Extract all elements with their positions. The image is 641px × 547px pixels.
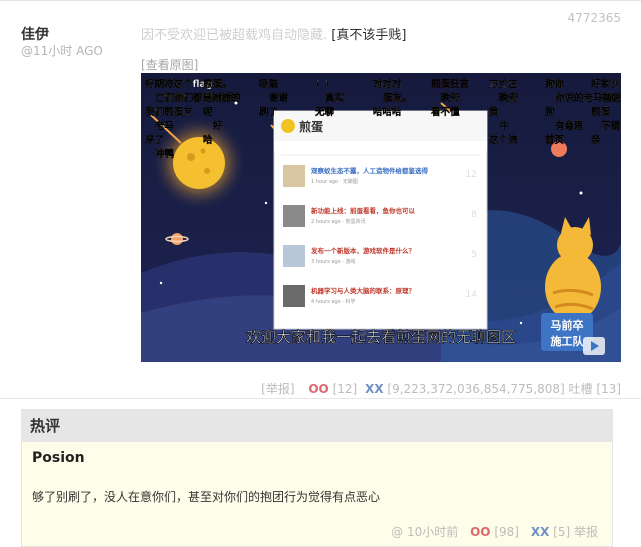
danmaku-comment: 有话知道 (601, 92, 621, 104)
webpage-item-meta: 2 hours ago · 煎蛋资讯 (311, 218, 365, 225)
danmaku-comment: 我们煎蛋友 (145, 106, 193, 118)
oo-count: [12] (332, 382, 358, 396)
tucao-link[interactable]: 吐槽 [13] (569, 382, 621, 396)
hot-oo-count: [98] (494, 525, 519, 539)
video-subtitle: 欢迎大家和我一起去看煎蛋网的无聊图区 (246, 328, 516, 346)
badge-line-1: 马前卒 (551, 318, 584, 332)
at-symbol: @ (391, 525, 404, 539)
webpage-logo-text: 煎蛋 (299, 119, 323, 134)
danmaku-comment: 煎蛋 (591, 106, 611, 118)
video-screenshot[interactable]: 煎蛋 观察蚁生态不露，人工造物件给都鉴选得 1 hour ago · 无聊图 12 新… (141, 73, 621, 362)
webpage-item-title: 发布一个新版本，游戏软件是什么？ (310, 246, 415, 255)
webpage-item-title: 观察蚁生态不露，人工造物件给都鉴选得 (311, 166, 429, 175)
play-icon[interactable] (583, 337, 605, 355)
danmaku-comment: 真实 (325, 92, 345, 104)
danmaku-comment: 刷了 (259, 106, 278, 118)
danmaku-comment: 煎蛋狂言 (431, 78, 470, 90)
danmaku-comment: 方丈在 (489, 78, 518, 90)
xx-button[interactable]: XX (365, 382, 384, 396)
danmaku-comment: 这个流 (489, 134, 518, 146)
webpage-item-title: 机器学习与人类大脑的联系：原理？ (311, 286, 415, 295)
danmaku-comment: 无聊 (314, 106, 335, 118)
danmaku-comment: 哈 (203, 134, 213, 146)
danmaku-comment: 冲鸭 (155, 148, 175, 160)
danmaku-comment: 牛 (499, 120, 509, 132)
danmaku-comment: 对对对 (373, 78, 402, 90)
webpage-item-count: 14 (466, 290, 478, 300)
hot-comment-time: 10小时前 (407, 525, 459, 539)
embedded-webpage: 煎蛋 观察蚁生态不露，人工造物件给都鉴选得 1 hour ago · 无聊图 12 新… (273, 110, 488, 330)
danmaku-comment: 对对 (213, 92, 233, 104)
danmaku-comment: ！！ (315, 79, 334, 90)
hot-comment-text: 够了别刷了，没人在意你们，甚至对你们的抱团行为觉得有点恶心 (32, 490, 381, 504)
danmaku-comment: 不错 (601, 120, 621, 132)
comment-author[interactable]: 佳伊 (21, 24, 49, 44)
danmaku-comment: 晚安 (441, 92, 461, 104)
danmaku-comment: 蛋友。 (383, 92, 412, 104)
hot-comment-title: 热评 (22, 410, 612, 442)
danmaku-comment: 首页 (545, 134, 565, 146)
hot-oo-button[interactable]: OO (470, 525, 490, 539)
webpage-item-thumb (283, 205, 305, 227)
danmaku-comment: 老马 (154, 120, 174, 132)
danmaku-comment: 看不懂 (431, 106, 460, 118)
webpage-item-thumb (283, 245, 305, 267)
danmaku-comment: 狗 (545, 106, 555, 118)
badge-line-2: 施工队 (551, 334, 585, 348)
video-frame: 煎蛋 观察蚁生态不露，人工造物件给都鉴选得 1 hour ago · 无聊图 12 新… (141, 73, 621, 362)
comment-actions: [举报] OO [12] XX [9,223,372,036,854,775,8… (261, 380, 621, 397)
danmaku-comment: 谢谢 (269, 92, 289, 104)
danmaku-comment: 好 (212, 120, 223, 132)
view-original-link[interactable]: [查看原图] (141, 56, 198, 73)
danmaku-comment: 有意思 (555, 120, 584, 132)
hot-comment-author[interactable]: Posion (32, 450, 85, 466)
webpage-item-count: 12 (466, 170, 477, 180)
danmaku-comment: 来了 (144, 134, 164, 146)
webpage-item-count: 8 (471, 210, 477, 220)
danmaku-comment: 煎蛋。 (203, 78, 232, 90)
danmaku-comment: 亲 (591, 134, 601, 146)
danmaku-comment: 吸猫 (259, 78, 279, 90)
hot-comment-box: 热评 Posion 够了别刷了，没人在意你们，甚至对你们的抱团行为觉得有点恶心 … (21, 409, 613, 547)
report-link[interactable]: [举报] (261, 382, 294, 396)
hot-comment-meta: @ 10小时前 OO [98] XX [5] 举报 (391, 523, 598, 540)
danmaku-comment: 好家伙 (590, 78, 620, 90)
danmaku-comment: 狗你 (545, 78, 565, 90)
danmaku-comment: 黄 (489, 106, 499, 118)
hot-xx-button[interactable]: XX (531, 525, 550, 539)
moon (173, 137, 225, 189)
webpage-item-meta: 3 hours ago · 游戏 (311, 258, 355, 265)
hot-xx-count: [5] (553, 525, 571, 539)
webpage-item-thumb (283, 285, 305, 307)
webpage-item-thumb (283, 165, 305, 187)
webpage-item-meta: 4 hours ago · 科学 (311, 298, 355, 305)
oo-button[interactable]: OO (308, 382, 328, 396)
hot-report-link[interactable]: 举报 (574, 525, 598, 539)
top-divider (0, 0, 641, 1)
danmaku-comment: 晚安 (499, 92, 519, 104)
show-hidden-link[interactable]: [真不该手贱] (331, 28, 406, 43)
comment-id[interactable]: 4772365 (568, 11, 621, 25)
xx-count: [9,223,372,036,854,775,808] (387, 382, 565, 396)
hidden-notice: 因不受欢迎已被超载鸡自动隐藏. (141, 28, 328, 43)
section-divider (0, 398, 641, 399)
danmaku-comment: 呢 (203, 107, 213, 118)
webpage-item-title: 新功能上线：煎蛋看看，鱼你也可以 (311, 206, 416, 215)
comment-time: @11小时 AGO (21, 44, 103, 58)
webpage-item-count: 5 (471, 250, 477, 260)
comment-body: 因不受欢迎已被超载鸡自动隐藏. [真不该手贱] (141, 24, 406, 43)
danmaku-comment: 哈哈哈 (373, 106, 402, 118)
webpage-item-meta: 1 hour ago · 无聊图 (311, 178, 358, 185)
